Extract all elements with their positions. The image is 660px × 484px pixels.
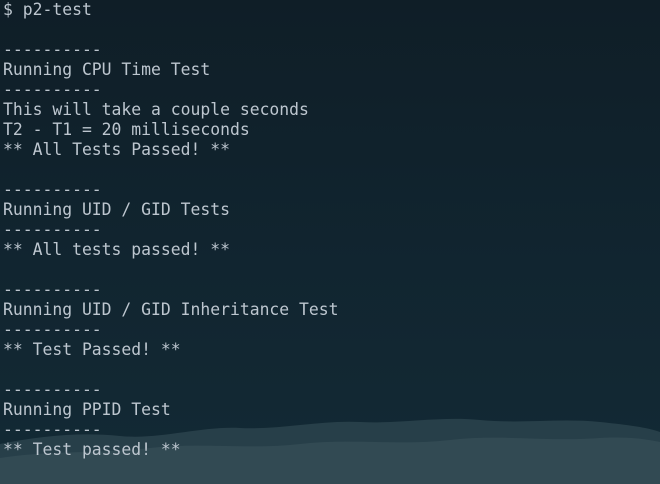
terminal-line: ---------- (3, 180, 102, 199)
terminal-line: ** Test Passed! ** (3, 340, 181, 359)
terminal-line: ---------- (3, 220, 102, 239)
terminal-line: ---------- (3, 80, 102, 99)
terminal-line: ** All Tests Passed! ** (3, 140, 230, 159)
terminal-line: ---------- (3, 380, 102, 399)
terminal-line: Running PPID Test (3, 400, 171, 419)
terminal-line: ** Test passed! ** (3, 440, 181, 459)
terminal-line: ---------- (3, 40, 102, 59)
terminal-line: ---------- (3, 280, 102, 299)
terminal-line: T2 - T1 = 20 milliseconds (3, 120, 250, 139)
terminal-line: ** All tests passed! ** (3, 240, 230, 259)
terminal-line: ---------- (3, 320, 102, 339)
terminal-output: $ p2-test ---------- Running CPU Time Test… (3, 0, 339, 460)
terminal-line: This will take a couple seconds (3, 100, 309, 119)
terminal-line: Running UID / GID Tests (3, 200, 230, 219)
terminal-line: Running CPU Time Test (3, 60, 211, 79)
terminal-window[interactable]: $ p2-test ---------- Running CPU Time Test… (0, 0, 660, 484)
terminal-line: Running UID / GID Inheritance Test (3, 300, 339, 319)
terminal-line: ---------- (3, 420, 102, 439)
terminal-line: $ p2-test (3, 0, 92, 19)
